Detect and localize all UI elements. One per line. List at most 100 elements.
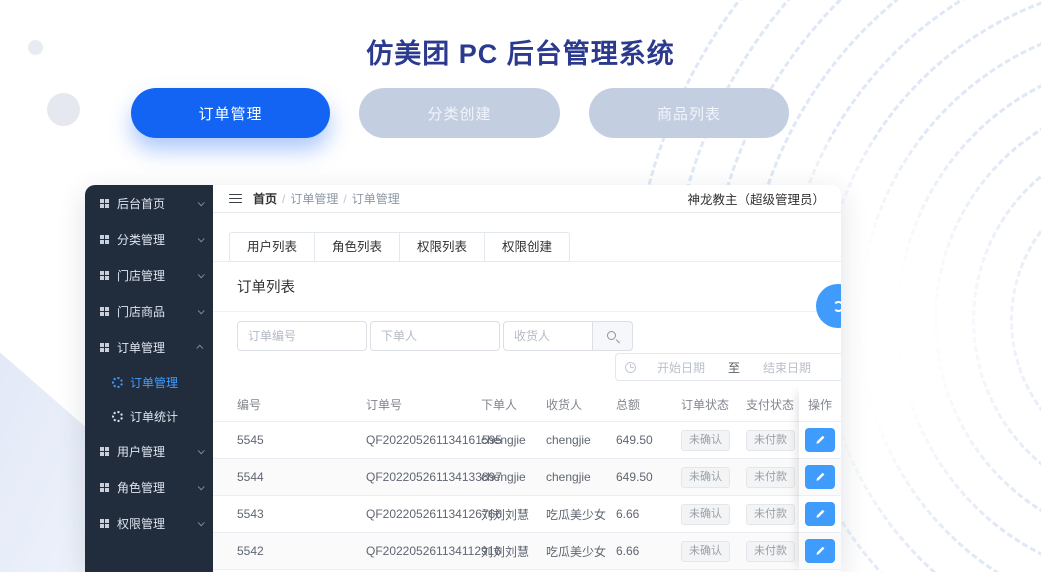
chevron-down-icon xyxy=(197,482,205,490)
chevron-down-icon xyxy=(197,234,205,242)
table-row: 5542 QF202205261134112916 刘刘刘慧 吃瓜美少女 6.66 未确认… xyxy=(213,533,841,570)
sidebar-subitem-4-1[interactable]: 订单统计 xyxy=(85,399,213,433)
sidebar-item-4[interactable]: 订单管理 xyxy=(85,329,213,365)
sidebar-item-label: 用户管理 xyxy=(117,444,166,459)
cell-buyer: chengjie xyxy=(481,433,526,447)
sidebar-item-label: 角色管理 xyxy=(117,480,166,495)
gear-icon xyxy=(112,410,123,422)
grid-icon xyxy=(100,482,109,492)
cell-buyer: chengjie xyxy=(481,470,526,484)
breadcrumb-home[interactable]: 首页 xyxy=(253,190,277,207)
grid-icon xyxy=(100,518,109,528)
pencil-icon xyxy=(815,470,826,485)
cell-buyer: 刘刘刘慧 xyxy=(481,507,530,522)
column-header-receiver: 收货人 xyxy=(546,397,583,412)
tab-user-list[interactable]: 用户列表 xyxy=(230,233,316,261)
cell-order-no: QF202205261134126766 xyxy=(366,507,502,521)
panel-title: 订单列表 xyxy=(237,280,295,296)
decorative-dot-big xyxy=(47,93,80,126)
sidebar-subitem-label: 订单管理 xyxy=(130,375,179,390)
fixed-action-column: 操作 xyxy=(799,387,841,572)
order-status-badge: 未确认 xyxy=(681,540,730,562)
receiver-input[interactable] xyxy=(503,321,593,351)
pay-status-badge: 未付款 xyxy=(746,540,795,562)
action-cell xyxy=(799,496,841,533)
order-number-input[interactable] xyxy=(237,321,367,351)
pay-status-badge: 未付款 xyxy=(746,466,795,488)
cell-order-no: QF202205261134161595 xyxy=(366,433,502,447)
sidebar-item-1[interactable]: 分类管理 xyxy=(85,221,213,257)
breadcrumb-separator: / xyxy=(282,191,286,206)
chevron-up-icon xyxy=(196,344,204,352)
tab-permission-list[interactable]: 权限列表 xyxy=(400,233,486,261)
pay-status-badge: 未付款 xyxy=(746,429,795,451)
chevron-down-icon xyxy=(197,446,205,454)
sidebar-item-0[interactable]: 后台首页 xyxy=(85,185,213,221)
edit-button[interactable] xyxy=(805,428,835,452)
action-cell xyxy=(799,422,841,459)
chevron-down-icon xyxy=(197,518,205,526)
table-row: 5544 QF202205261134133897 chengjie chengjie… xyxy=(213,459,841,496)
current-user-label: 神龙教主（超级管理员） xyxy=(687,193,825,207)
cell-receiver: 吃瓜美少女 xyxy=(546,544,607,559)
date-range-picker[interactable]: 开始日期 至 结束日期 xyxy=(615,353,841,381)
orders-table: 编号 订单号 下单人 收货人 总额 订单状态 支付状态 5545 QF202205… xyxy=(213,387,841,572)
order-list-panel: 订单列表 开始日期 至 结束日期 xyxy=(213,261,841,572)
cell-order-status: 未确认 xyxy=(681,466,746,488)
cell-receiver: 吃瓜美少女 xyxy=(546,507,607,522)
cell-receiver: chengjie xyxy=(546,470,591,484)
action-cell xyxy=(799,459,841,496)
column-header-id: 编号 xyxy=(237,397,262,412)
order-status-badge: 未确认 xyxy=(681,466,730,488)
nav-button-product-list[interactable]: 商品列表 xyxy=(589,88,789,138)
grid-icon xyxy=(100,306,109,316)
breadcrumb-level3: 订单管理 xyxy=(351,192,400,206)
table-row: 5543 QF202205261134126766 刘刘刘慧 吃瓜美少女 6.66 未确认… xyxy=(213,496,841,533)
sidebar-item-6[interactable]: 角色管理 xyxy=(85,469,213,505)
tab-permission-create[interactable]: 权限创建 xyxy=(485,233,569,261)
pencil-icon xyxy=(815,544,826,559)
cell-order-status: 未确认 xyxy=(681,429,746,451)
clock-icon xyxy=(625,361,636,373)
sidebar-item-label: 门店商品 xyxy=(117,304,166,319)
sidebar-item-3[interactable]: 门店商品 xyxy=(85,293,213,329)
sidebar-subitem-4-0[interactable]: 订单管理 xyxy=(85,365,213,399)
sidebar-item-2[interactable]: 门店管理 xyxy=(85,257,213,293)
admin-dashboard: 后台首页 分类管理 门店管理 门店商品 订单管理 订单管理 订单统计 用户管理 角色管理 权限管理… xyxy=(85,185,841,572)
nav-button-category-create[interactable]: 分类创建 xyxy=(359,88,560,138)
cell-order-status: 未确认 xyxy=(681,503,746,525)
sidebar-item-5[interactable]: 用户管理 xyxy=(85,433,213,469)
search-button[interactable] xyxy=(593,321,633,351)
chevron-down-icon xyxy=(197,198,205,206)
cell-total: 649.50 xyxy=(616,470,653,484)
cell-id: 5542 xyxy=(237,544,264,558)
table-body: 5545 QF202205261134161595 chengjie chengjie… xyxy=(213,422,841,570)
grid-icon xyxy=(100,270,109,280)
cell-receiver: chengjie xyxy=(546,433,591,447)
grid-icon xyxy=(100,234,109,244)
edit-button[interactable] xyxy=(805,502,835,526)
sidebar-item-label: 后台首页 xyxy=(117,196,166,211)
panel-header: 订单列表 xyxy=(213,262,841,312)
column-header-order-status: 订单状态 xyxy=(681,397,730,412)
column-header-total: 总额 xyxy=(616,397,641,412)
collapse-menu-icon[interactable] xyxy=(229,193,242,204)
chevron-down-icon xyxy=(197,270,205,278)
breadcrumb-level2: 订单管理 xyxy=(290,192,339,206)
tab-role-list[interactable]: 角色列表 xyxy=(315,233,401,261)
chevron-down-icon xyxy=(197,306,205,314)
sidebar-item-label: 订单管理 xyxy=(117,340,166,355)
cell-order-no: QF202205261134133897 xyxy=(366,470,502,484)
nav-button-order-management[interactable]: 订单管理 xyxy=(131,88,330,138)
pencil-icon xyxy=(815,507,826,522)
search-row xyxy=(213,312,841,351)
table-header-row: 编号 订单号 下单人 收货人 总额 订单状态 支付状态 xyxy=(213,387,841,422)
edit-button[interactable] xyxy=(805,465,835,489)
order-status-badge: 未确认 xyxy=(681,503,730,525)
sidebar: 后台首页 分类管理 门店管理 门店商品 订单管理 订单管理 订单统计 用户管理 角色管理 权限管理 xyxy=(85,185,213,572)
cell-id: 5545 xyxy=(237,433,264,447)
sidebar-item-7[interactable]: 权限管理 xyxy=(85,505,213,541)
edit-button[interactable] xyxy=(805,539,835,563)
pay-status-badge: 未付款 xyxy=(746,503,795,525)
buyer-input[interactable] xyxy=(370,321,500,351)
